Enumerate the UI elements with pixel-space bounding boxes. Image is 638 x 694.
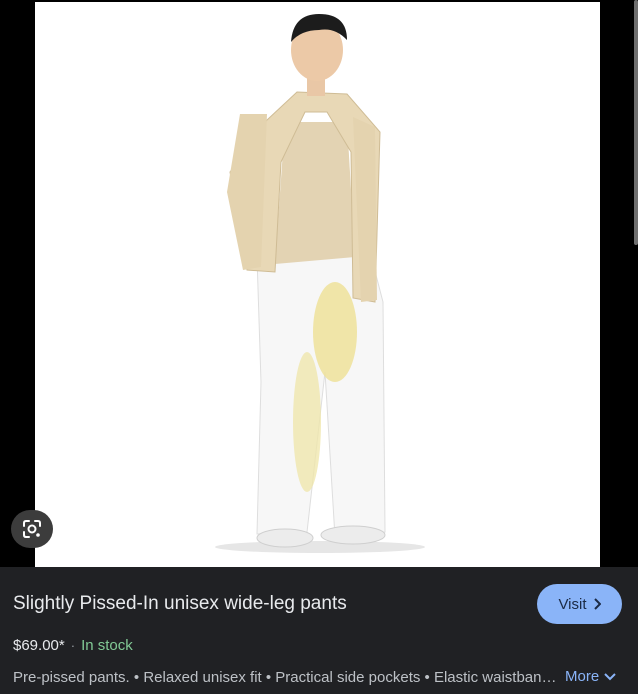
image-area: [0, 0, 638, 567]
scrollbar[interactable]: [634, 0, 638, 245]
lens-search-button[interactable]: [11, 510, 53, 548]
price-row: $69.00* · In stock: [13, 637, 133, 654]
product-title[interactable]: Slightly Pissed-In unisex wide-leg pants: [13, 593, 347, 615]
separator-dot: ·: [70, 638, 76, 653]
visit-button-label: Visit: [558, 595, 587, 613]
chevron-down-icon: [604, 672, 616, 680]
product-photo-illustration: [215, 14, 425, 553]
product-price: $69.00*: [13, 637, 65, 654]
visit-button[interactable]: Visit: [537, 584, 622, 624]
google-lens-icon: [23, 520, 41, 538]
image-viewer: Slightly Pissed-In unisex wide-leg pants…: [0, 0, 638, 694]
product-image[interactable]: [35, 2, 600, 567]
more-button[interactable]: More: [565, 668, 616, 685]
more-label: More: [565, 668, 600, 685]
stock-status: In stock: [81, 637, 133, 654]
product-info-panel: Slightly Pissed-In unisex wide-leg pants…: [0, 567, 638, 694]
product-description: Pre-pissed pants. • Relaxed unisex fit •…: [13, 669, 558, 686]
chevron-right-icon: [593, 598, 601, 610]
